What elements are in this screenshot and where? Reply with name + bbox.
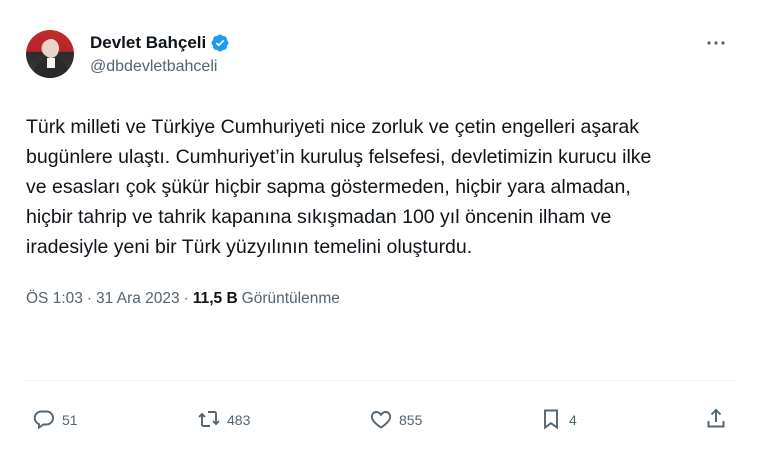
views-count: 11,5 B	[192, 290, 238, 307]
verified-badge-icon	[210, 33, 230, 53]
tweet-text-line: iradesiyle yeni bir Türk yüzyılının teme…	[26, 236, 473, 258]
share-button[interactable]	[704, 407, 728, 434]
more-options-icon[interactable]	[704, 36, 728, 48]
retweet-icon	[197, 407, 221, 434]
bookmark-count: 4	[569, 412, 577, 428]
tweet-header: Devlet Bahçeli @dbdevletbahceli	[26, 30, 734, 78]
avatar-collar	[47, 58, 55, 68]
bookmark-button[interactable]: 4	[539, 407, 577, 434]
reply-button[interactable]: 51	[32, 407, 78, 434]
action-bar: 51 483 855 4	[26, 404, 734, 436]
retweet-button[interactable]: 483	[197, 407, 250, 434]
views-label: Görüntülenme	[241, 290, 340, 307]
tweet-date[interactable]: 31 Ara 2023	[96, 290, 180, 308]
reply-count: 51	[62, 412, 78, 428]
heart-icon	[369, 407, 393, 434]
reply-icon	[32, 407, 56, 434]
tweet-meta: ÖS 1:03 · 31 Ara 2023 · 11,5 B Görüntüle…	[26, 290, 734, 308]
meta-separator: ·	[86, 290, 93, 307]
tweet-text-line: Türk milleti ve Türkiye Cumhuriyeti nice…	[26, 116, 640, 138]
name-row: Devlet Bahçeli	[90, 33, 230, 53]
retweet-count: 483	[227, 412, 251, 428]
meta-separator: ·	[183, 290, 189, 307]
author-info: Devlet Bahçeli @dbdevletbahceli	[90, 30, 230, 76]
tweet-text: Türk milleti ve Türkiye Cumhuriyeti nice…	[26, 112, 738, 262]
tweet-text-line: ve esasları çok şükür hiçbir sapma göste…	[26, 176, 631, 198]
like-count: 855	[399, 412, 423, 428]
tweet-card: Devlet Bahçeli @dbdevletbahceli Türk mil…	[0, 0, 760, 450]
bookmark-icon	[539, 407, 563, 434]
divider	[26, 380, 734, 381]
tweet-text-line: hiçbir tahrip ve tahrik kapanına sıkışma…	[26, 206, 612, 228]
tweet-text-line: bugünlere ulaştı. Cumhuriyet’in kuruluş …	[26, 146, 652, 168]
share-icon	[704, 407, 728, 434]
author-handle[interactable]: @dbdevletbahceli	[90, 58, 230, 76]
tweet-time[interactable]: ÖS 1:03	[26, 290, 83, 308]
avatar[interactable]	[26, 30, 74, 78]
avatar-face	[43, 39, 59, 58]
like-button[interactable]: 855	[369, 407, 422, 434]
author-display-name[interactable]: Devlet Bahçeli	[90, 33, 206, 53]
